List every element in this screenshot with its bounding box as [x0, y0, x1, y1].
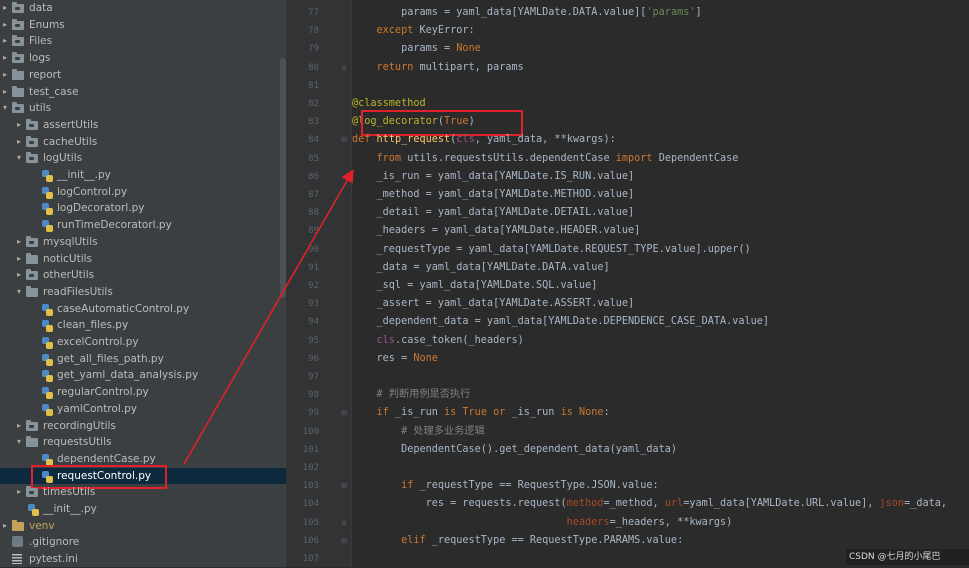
annotation-arrow: [183, 169, 354, 465]
